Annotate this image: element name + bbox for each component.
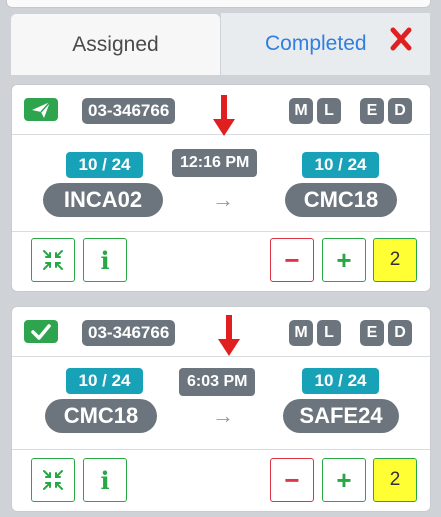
top-panel-edge — [6, 0, 431, 8]
compress-button[interactable] — [31, 458, 75, 502]
plus-icon: + — [336, 465, 352, 495]
decrement-button[interactable]: − — [270, 458, 314, 502]
info-icon: i — [100, 465, 110, 495]
compress-button[interactable] — [31, 238, 75, 282]
flag-d-badge: D — [388, 98, 412, 124]
info-button[interactable]: i — [83, 458, 127, 502]
trip-card: 03-346766 M L E D 10 / 24 12:16 PM 10 / … — [11, 84, 431, 292]
card-divider — [12, 449, 430, 450]
flag-l-badge: L — [317, 98, 341, 124]
destination-station: CMC18 — [285, 183, 397, 217]
origin-station: INCA02 — [43, 183, 163, 217]
destination-count-badge: 10 / 24 — [302, 368, 379, 394]
flag-e-badge: E — [360, 320, 384, 346]
increment-button[interactable]: + — [322, 458, 366, 502]
info-button[interactable]: i — [83, 238, 127, 282]
minus-icon: − — [284, 465, 300, 495]
increment-button[interactable]: + — [322, 238, 366, 282]
time-badge: 12:16 PM — [172, 149, 258, 177]
paper-plane-icon — [24, 98, 58, 121]
flag-l-badge: L — [317, 320, 341, 346]
info-icon: i — [100, 245, 110, 275]
trip-id-badge: 03-346766 — [82, 98, 176, 124]
compress-arrows-icon — [43, 250, 63, 270]
tab-assigned[interactable]: Assigned — [10, 13, 221, 75]
flag-m-badge: M — [289, 320, 313, 346]
flag-e-badge: E — [360, 98, 384, 124]
flag-m-badge: M — [289, 98, 313, 124]
plus-icon: + — [336, 245, 352, 275]
origin-count-badge: 10 / 24 — [66, 368, 143, 394]
decrement-button[interactable]: − — [270, 238, 314, 282]
close-x-icon[interactable] — [390, 25, 412, 53]
tab-bar: Assigned Completed — [10, 13, 430, 75]
trip-id-badge: 03-346766 — [82, 320, 176, 346]
destination-station: SAFE24 — [283, 399, 399, 433]
counter-value: 2 — [373, 238, 417, 282]
red-down-arrow-icon — [218, 315, 240, 356]
destination-count-badge: 10 / 24 — [302, 152, 379, 178]
right-arrow-icon: → — [212, 187, 234, 212]
minus-icon: − — [284, 245, 300, 275]
card-divider — [12, 231, 430, 232]
time-badge: 6:03 PM — [179, 368, 256, 396]
counter-value: 2 — [373, 458, 417, 502]
flag-d-badge: D — [388, 320, 412, 346]
trip-card: 03-346766 M L E D 10 / 24 6:03 PM 10 / 2… — [11, 306, 431, 512]
origin-count-badge: 10 / 24 — [66, 152, 143, 178]
compress-arrows-icon — [43, 470, 63, 490]
checkmark-icon — [24, 320, 58, 343]
right-arrow-icon: → — [212, 403, 234, 428]
red-down-arrow-icon — [213, 95, 235, 136]
origin-station: CMC18 — [45, 399, 157, 433]
